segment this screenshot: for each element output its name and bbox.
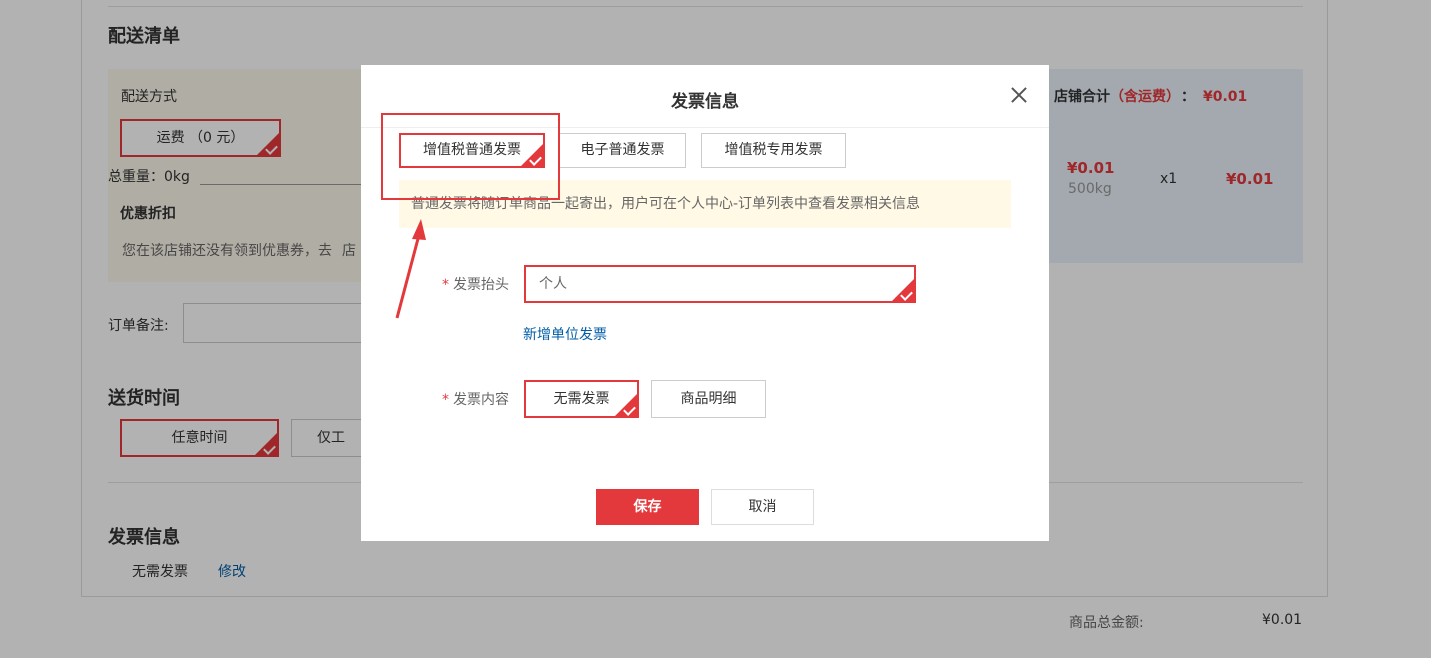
invoice-header-label-text: 发票抬头 [453,277,509,293]
invoice-header-value: 个人 [539,276,567,292]
content-option-label: 无需发票 [553,391,610,407]
content-option-label: 商品明细 [680,391,737,407]
invoice-header-label: * 发票抬头 [421,274,509,294]
required-mark: * [442,392,449,408]
invoice-content-label-text: 发票内容 [453,392,509,408]
required-mark: * [442,277,449,293]
annotation-arrow-icon [395,219,426,319]
content-option-goods-detail[interactable]: 商品明细 [651,380,766,418]
tab-label: 电子普通发票 [580,142,665,158]
annotation-highlight [381,113,560,200]
invoice-header-input[interactable]: 个人 [524,265,916,303]
save-button[interactable]: 保存 [596,489,699,525]
tab-vat-special-invoice[interactable]: 增值税专用发票 [701,133,846,168]
invoice-content-label: * 发票内容 [421,389,509,409]
cancel-button[interactable]: 取消 [711,489,814,525]
close-icon[interactable] [1009,85,1029,105]
tab-electronic-invoice[interactable]: 电子普通发票 [559,133,686,168]
modal-title: 发票信息 [671,92,739,112]
add-company-invoice-link[interactable]: 新增单位发票 [523,324,607,344]
tab-label: 增值税专用发票 [724,142,823,158]
content-option-no-invoice[interactable]: 无需发票 [524,380,639,418]
